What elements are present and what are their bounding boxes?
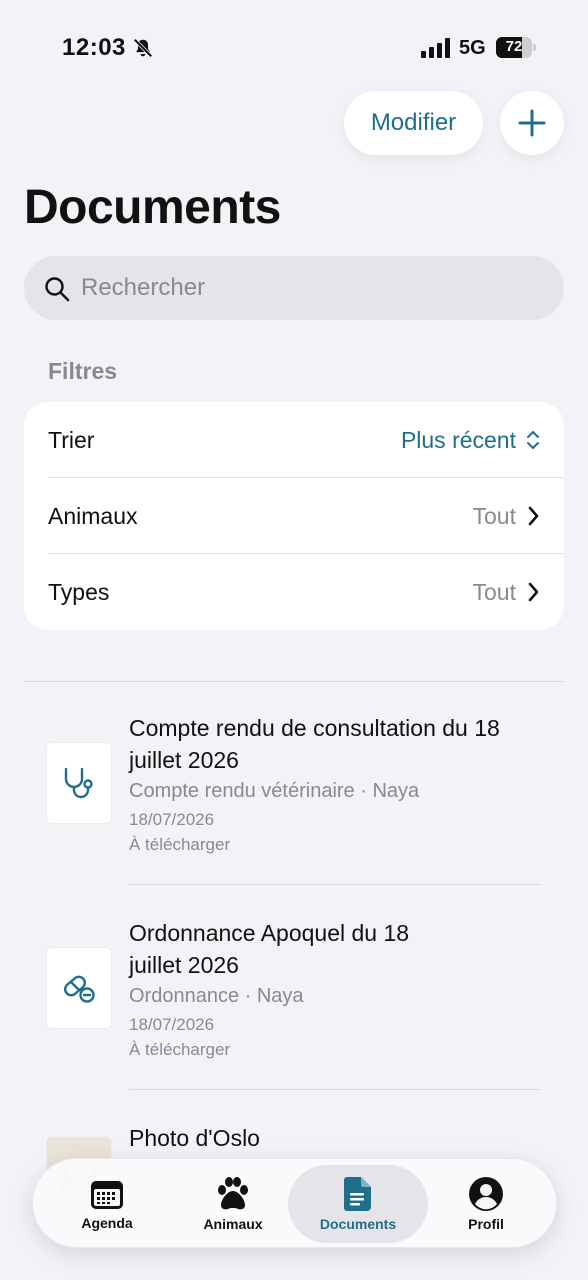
tab-documents-label: Documents [319, 1216, 397, 1232]
document-title: Photo d'Oslo [129, 1125, 260, 1151]
document-status: À télécharger [129, 835, 231, 854]
chevron-right-icon [528, 506, 539, 526]
status-bar: 12:03 5G 72 [0, 0, 588, 96]
document-date: 18/07/2026 [129, 1015, 215, 1034]
plus-icon [518, 109, 546, 137]
calendar-icon [91, 1181, 123, 1209]
document-thumbnail [46, 742, 112, 824]
filter-types-label: Types [48, 578, 110, 605]
tab-agenda-label: Agenda [81, 1215, 133, 1231]
search-icon [45, 277, 70, 302]
page-title: Documents [24, 181, 281, 234]
pill-icon [63, 975, 95, 1003]
filter-animals-value: Tout [473, 503, 540, 530]
chevron-up-down-icon [527, 431, 539, 449]
network-label: 5G [459, 37, 486, 59]
bell-muted-icon [133, 38, 153, 58]
filter-sort-value[interactable]: Plus récent [401, 427, 540, 454]
section-divider [24, 681, 564, 682]
chevron-right-icon [528, 582, 539, 602]
filters-section-label: Filtres [48, 358, 118, 384]
document-subtitle: Compte rendu vétérinaire · Naya [129, 780, 420, 802]
filter-types-value-text: Tout [472, 578, 516, 605]
tab-animals[interactable]: Animaux [191, 1165, 275, 1243]
document-list-item[interactable]: Ordonnance Apoquel du 18 juillet 2026 Or… [24, 917, 564, 1077]
filter-row-sort[interactable]: Trier Plus récent [48, 402, 540, 478]
battery-percent: 72 [505, 38, 523, 55]
document-icon [344, 1177, 371, 1211]
filter-sort-label: Trier [48, 426, 95, 453]
document-date: 18/07/2026 [129, 810, 215, 829]
add-button[interactable] [500, 91, 564, 155]
profile-icon [469, 1177, 503, 1211]
divider [129, 884, 541, 885]
search-input[interactable] [81, 256, 541, 320]
document-status: À télécharger [129, 1040, 231, 1059]
paw-icon [218, 1177, 248, 1210]
signal-icon [421, 38, 450, 58]
tab-bar: Agenda Animaux Documents Profil [32, 1158, 557, 1248]
tab-documents[interactable]: Documents [288, 1165, 428, 1243]
filter-animals-value-text: Tout [472, 502, 516, 529]
status-time: 12:03 [62, 34, 126, 61]
document-title: Ordonnance Apoquel du 18 juillet 2026 [129, 920, 410, 978]
filters-card: Trier Plus récent Animaux Tout Types Tou… [24, 402, 564, 630]
document-title: Compte rendu de consultation du 18 juill… [129, 715, 500, 773]
divider [129, 1089, 541, 1090]
tab-animals-label: Animaux [203, 1216, 263, 1232]
tab-profile-label: Profil [468, 1216, 504, 1232]
document-subtitle: Ordonnance · Naya [129, 985, 304, 1007]
edit-button[interactable]: Modifier [344, 91, 483, 155]
filter-row-animals[interactable]: Animaux Tout [48, 478, 540, 554]
search-bar[interactable] [24, 256, 564, 320]
filter-row-types[interactable]: Types Tout [48, 554, 540, 630]
battery-icon: 72 [496, 37, 536, 58]
tab-profile[interactable]: Profil [453, 1165, 519, 1243]
tab-agenda[interactable]: Agenda [67, 1165, 147, 1243]
filter-types-value: Tout [473, 579, 540, 606]
document-thumbnail [46, 947, 112, 1029]
stethoscope-icon [64, 767, 93, 799]
document-list-item[interactable]: Compte rendu de consultation du 18 juill… [24, 712, 564, 872]
filter-animals-label: Animaux [48, 502, 138, 529]
filter-sort-value-text: Plus récent [400, 426, 516, 453]
